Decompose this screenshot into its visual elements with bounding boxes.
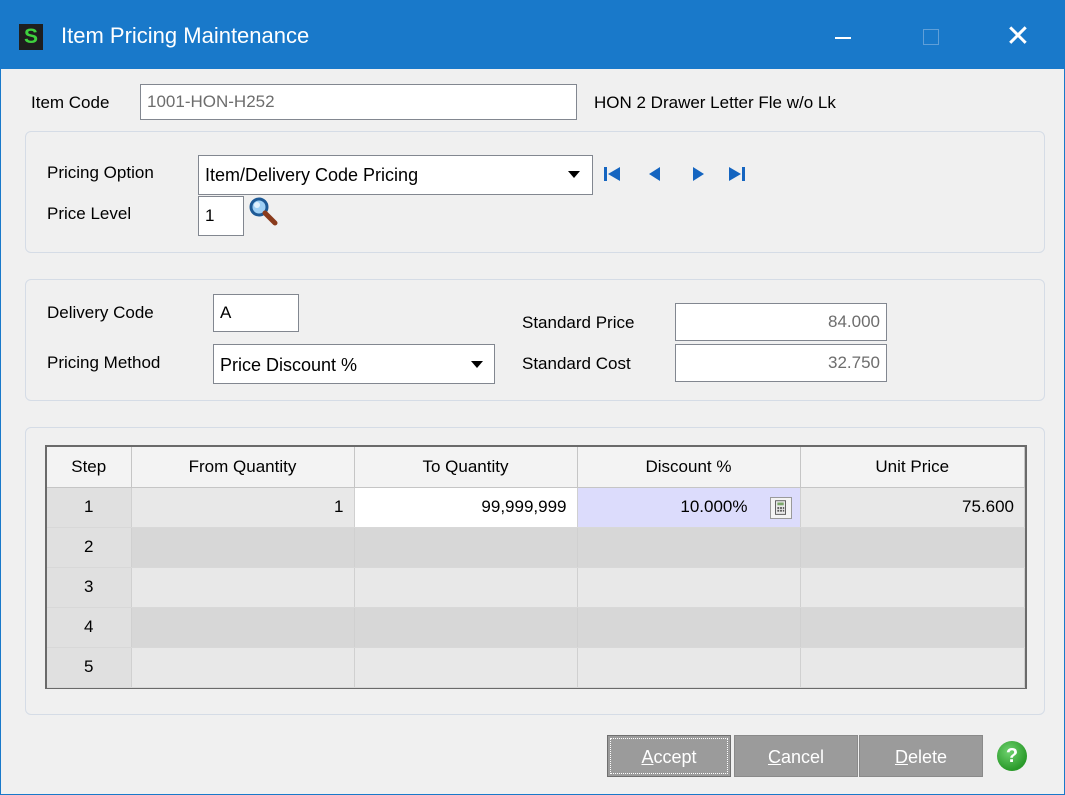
price-level-field[interactable]: 1	[198, 196, 244, 236]
standard-cost-field: 32.750	[675, 344, 887, 382]
title-bar[interactable]: S Item Pricing Maintenance ✕	[1, 1, 1064, 69]
column-header-discount[interactable]: Discount %	[577, 447, 801, 488]
accept-label: ccept	[653, 747, 697, 767]
step-cell: 1	[47, 487, 132, 528]
discount-value: 10.000%	[680, 497, 748, 516]
delete-mnemonic: D	[894, 747, 908, 767]
pricing-option-select[interactable]: Item/Delivery Code Pricing	[198, 155, 593, 195]
first-record-icon[interactable]	[601, 163, 623, 185]
cancel-mnemonic: C	[767, 747, 781, 767]
step-cell: 3	[47, 567, 132, 608]
next-record-icon[interactable]	[687, 163, 709, 185]
column-header-to-quantity[interactable]: To Quantity	[354, 447, 578, 488]
delivery-code-group	[25, 279, 1045, 401]
column-header-unit-price[interactable]: Unit Price	[800, 447, 1025, 488]
table-row[interactable]: 4	[47, 607, 1025, 648]
step-cell: 2	[47, 527, 132, 568]
grid-header-row: Step From Quantity To Quantity Discount …	[47, 447, 1025, 488]
standard-price-field: 84.000	[675, 303, 887, 341]
to-quantity-cell[interactable]: 99,999,999	[354, 487, 578, 528]
item-description: HON 2 Drawer Letter Fle w/o Lk	[594, 93, 836, 112]
unit-price-cell	[800, 647, 1025, 688]
accept-mnemonic: A	[641, 747, 654, 767]
delete-button[interactable]: Delete	[859, 735, 983, 777]
table-row[interactable]: 3	[47, 567, 1025, 608]
delete-label: elete	[907, 747, 948, 767]
to-quantity-cell[interactable]	[354, 647, 578, 688]
to-quantity-cell[interactable]	[354, 607, 578, 648]
to-quantity-cell[interactable]	[354, 527, 578, 568]
table-row[interactable]: 5	[47, 647, 1025, 688]
sage-app-icon: S	[19, 24, 43, 50]
chevron-down-icon	[471, 361, 483, 368]
step-cell: 4	[47, 607, 132, 648]
to-quantity-cell[interactable]	[354, 567, 578, 608]
unit-price-cell	[800, 607, 1025, 648]
chevron-down-icon	[568, 171, 580, 178]
discount-cell[interactable]: 10.000%	[577, 487, 801, 528]
pricing-method-select[interactable]: Price Discount %	[213, 344, 495, 384]
from-quantity-cell[interactable]: 1	[131, 487, 355, 528]
pricing-method-label: Pricing Method	[47, 353, 161, 372]
unit-price-cell	[800, 567, 1025, 608]
last-record-icon[interactable]	[726, 163, 748, 185]
from-quantity-cell[interactable]	[131, 527, 355, 568]
from-quantity-cell[interactable]	[131, 647, 355, 688]
table-row[interactable]: 2	[47, 527, 1025, 568]
window-title: Item Pricing Maintenance	[61, 23, 310, 48]
close-button[interactable]: ✕	[995, 15, 1041, 59]
unit-price-cell: 75.600	[800, 487, 1025, 528]
column-header-step[interactable]: Step	[47, 447, 132, 488]
item-pricing-window: S Item Pricing Maintenance ✕ Item Code 1…	[0, 0, 1065, 795]
table-row[interactable]: 1 1 99,999,999 10.000% 75.600	[47, 487, 1025, 528]
magnifier-icon[interactable]	[246, 195, 280, 229]
help-icon[interactable]: ?	[997, 741, 1027, 771]
discount-cell[interactable]	[577, 567, 801, 608]
cancel-button[interactable]: Cancel	[734, 735, 858, 777]
previous-record-icon[interactable]	[644, 163, 666, 185]
pricing-option-value: Item/Delivery Code Pricing	[205, 165, 419, 185]
step-cell: 5	[47, 647, 132, 688]
unit-price-cell	[800, 527, 1025, 568]
from-quantity-cell[interactable]	[131, 567, 355, 608]
calculator-icon[interactable]	[769, 496, 792, 519]
from-quantity-cell[interactable]	[131, 607, 355, 648]
delivery-code-field[interactable]: A	[213, 294, 299, 332]
pricing-option-label: Pricing Option	[47, 163, 154, 182]
discount-cell[interactable]	[577, 607, 801, 648]
accept-button[interactable]: Accept	[607, 735, 731, 777]
delivery-code-label: Delivery Code	[47, 303, 154, 322]
maximize-button	[907, 15, 953, 59]
standard-cost-label: Standard Cost	[522, 354, 631, 373]
discount-cell[interactable]	[577, 527, 801, 568]
column-header-from-quantity[interactable]: From Quantity	[131, 447, 355, 488]
discount-cell[interactable]	[577, 647, 801, 688]
item-code-label: Item Code	[31, 93, 110, 112]
cancel-label: ancel	[780, 747, 825, 767]
price-level-label: Price Level	[47, 204, 132, 223]
pricing-steps-grid[interactable]: Step From Quantity To Quantity Discount …	[45, 445, 1027, 689]
minimize-button[interactable]	[819, 15, 865, 59]
pricing-method-value: Price Discount %	[220, 355, 358, 375]
item-code-field[interactable]: 1001-HON-H252	[140, 84, 577, 120]
standard-price-label: Standard Price	[522, 313, 635, 332]
